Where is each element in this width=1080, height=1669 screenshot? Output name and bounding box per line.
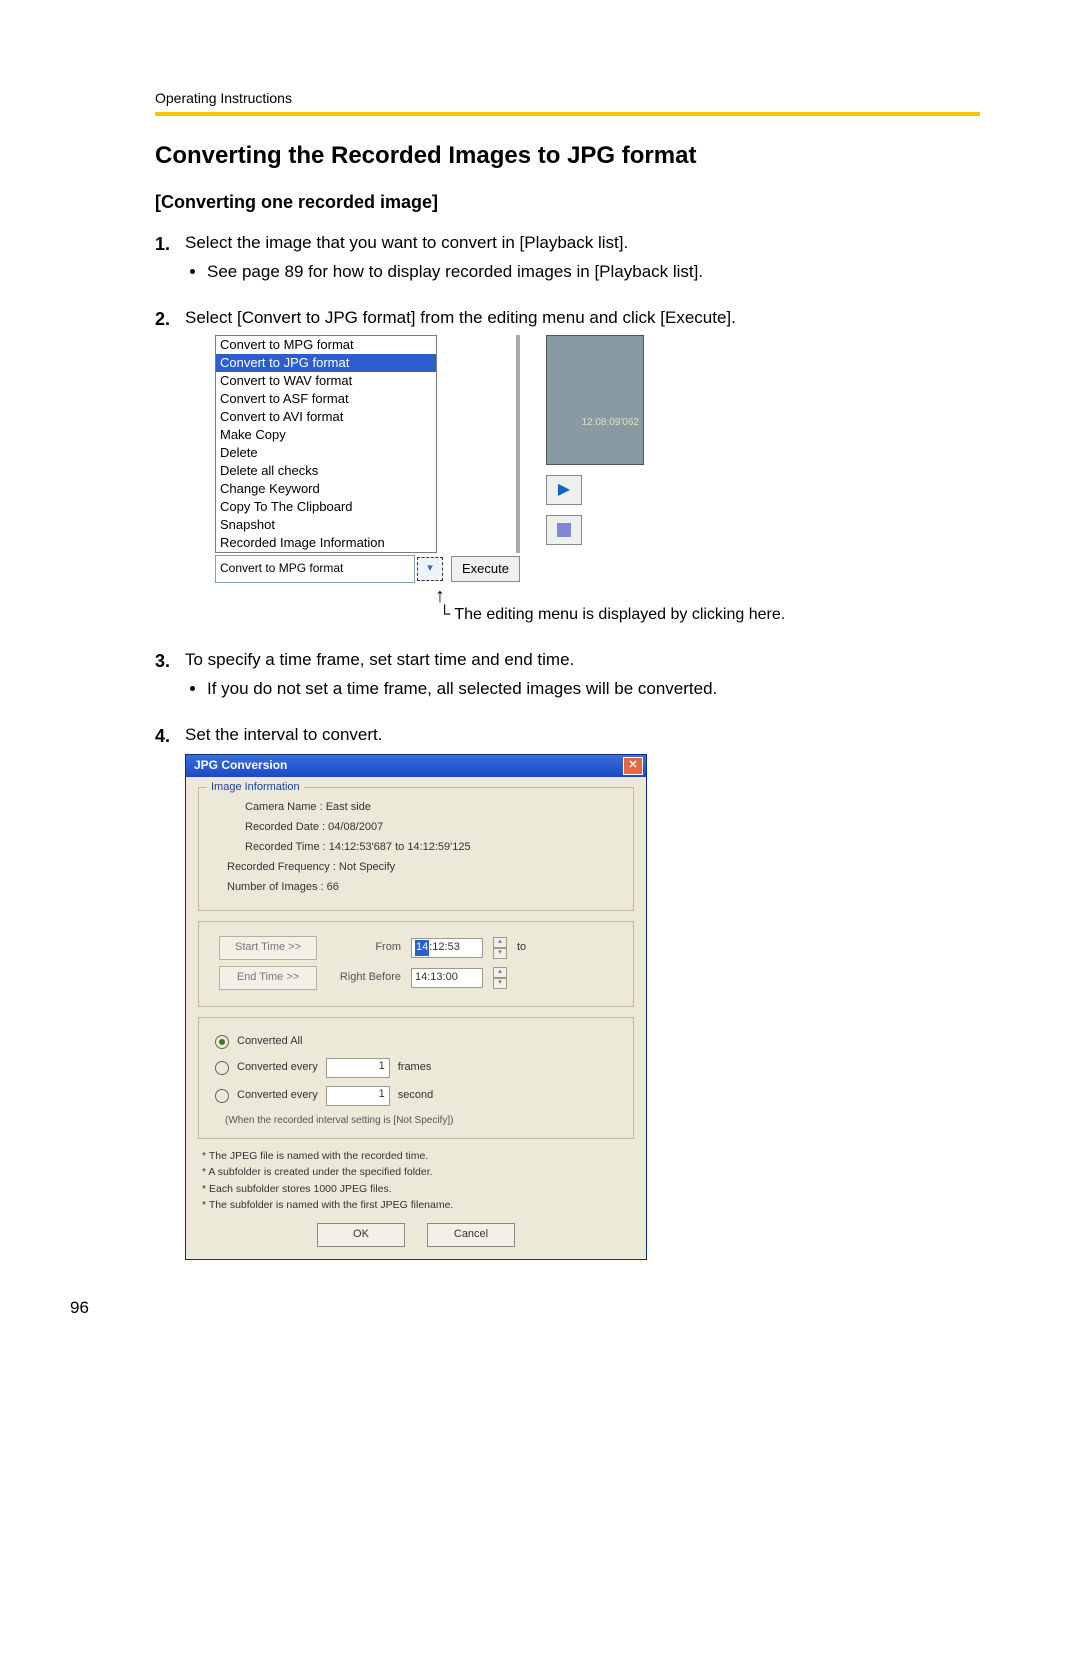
menu-combo[interactable]: Convert to MPG format — [215, 555, 415, 583]
end-time-spinner[interactable]: ▴▾ — [493, 967, 507, 989]
menu-item[interactable]: Convert to AVI format — [216, 408, 436, 426]
arrow-up-icon: ↑ — [435, 589, 445, 603]
step-4: 4. Set the interval to convert. JPG Conv… — [155, 723, 980, 1260]
menu-item[interactable]: Delete all checks — [216, 462, 436, 480]
stop-button[interactable] — [546, 515, 582, 545]
to-label: to — [517, 940, 526, 956]
image-info-group: Image Information Camera Name : East sid… — [198, 787, 634, 911]
spinner-up-icon: ▴ — [493, 967, 507, 978]
execute-button[interactable]: Execute — [451, 556, 520, 582]
menu-item[interactable]: Delete — [216, 444, 436, 462]
interval-note: (When the recorded interval setting is [… — [225, 1114, 623, 1129]
note-line: * Each subfolder stores 1000 JPEG files. — [202, 1182, 634, 1197]
interval-group: Converted All Converted every 1 frames C… — [198, 1017, 634, 1139]
menu-item[interactable]: Recorded Image Information — [216, 534, 436, 552]
spinner-down-icon: ▾ — [493, 978, 507, 989]
preview-thumbnail: 12:08:09'062 — [546, 335, 644, 465]
header-small: Operating Instructions — [155, 90, 980, 106]
close-icon: ✕ — [628, 758, 637, 774]
time-group: Start Time >> From 14:12:53 ▴▾ to End Ti… — [198, 921, 634, 1007]
screenshot-menu: Convert to MPG format Convert to JPG for… — [215, 335, 980, 583]
note-line: * A subfolder is created under the speci… — [202, 1165, 634, 1180]
step-1: 1. Select the image that you want to con… — [155, 231, 980, 284]
step-number: 3. — [155, 648, 170, 674]
step-sub: See page 89 for how to display recorded … — [207, 260, 980, 285]
jpg-conversion-dialog: JPG Conversion ✕ Image Information Camer… — [185, 754, 647, 1260]
right-before-label: Right Before — [327, 970, 401, 986]
end-time-input[interactable]: 14:13:00 — [411, 968, 483, 988]
step-sub: If you do not set a time frame, all sele… — [207, 677, 980, 702]
note-line: * The subfolder is named with the first … — [202, 1198, 634, 1213]
spinner-down-icon: ▾ — [493, 948, 507, 959]
close-button[interactable]: ✕ — [623, 757, 643, 775]
notes: * The JPEG file is named with the record… — [202, 1149, 634, 1213]
step-text: Select [Convert to JPG format] from the … — [185, 308, 736, 327]
dialog-titlebar[interactable]: JPG Conversion ✕ — [186, 755, 646, 777]
menu-item-selected[interactable]: Convert to JPG format — [216, 354, 436, 372]
radio-label: Converted All — [237, 1034, 302, 1050]
step-2: 2. Select [Convert to JPG format] from t… — [155, 306, 980, 626]
spinner-up-icon: ▴ — [493, 937, 507, 948]
info-rectime: Recorded Time : 14:12:53'687 to 14:12:59… — [245, 840, 623, 856]
stop-icon — [557, 523, 571, 537]
radio-converted-second[interactable] — [215, 1089, 229, 1103]
end-time-button[interactable]: End Time >> — [219, 966, 317, 990]
callout: ↑ └The editing menu is displayed by clic… — [439, 589, 980, 626]
radio-converted-frames[interactable] — [215, 1061, 229, 1075]
callout-text: The editing menu is displayed by clickin… — [454, 603, 785, 626]
start-time-button[interactable]: Start Time >> — [219, 936, 317, 960]
step-3: 3. To specify a time frame, set start ti… — [155, 648, 980, 701]
menu-item[interactable]: Convert to ASF format — [216, 390, 436, 408]
dialog-title: JPG Conversion — [194, 757, 287, 774]
group-title: Image Information — [207, 780, 304, 796]
info-recdate: Recorded Date : 04/08/2007 — [245, 820, 623, 836]
editing-menu[interactable]: Convert to MPG format Convert to JPG for… — [215, 335, 437, 553]
page-title: Converting the Recorded Images to JPG fo… — [155, 142, 980, 170]
start-time-input[interactable]: 14:12:53 — [411, 938, 483, 958]
menu-item[interactable]: Convert to MPG format — [216, 336, 436, 354]
frames-input[interactable]: 1 — [326, 1058, 390, 1078]
subtitle: [Converting one recorded image] — [155, 192, 980, 213]
step-text: Select the image that you want to conver… — [185, 233, 628, 252]
unit-label: second — [398, 1088, 433, 1104]
step-number: 2. — [155, 306, 170, 332]
menu-item[interactable]: Convert to WAV format — [216, 372, 436, 390]
step-number: 1. — [155, 231, 170, 257]
step-text: Set the interval to convert. — [185, 725, 383, 744]
combo-dropdown-button[interactable]: ▾ — [417, 557, 443, 581]
radio-label: Converted every — [237, 1088, 318, 1104]
chevron-down-icon: ▾ — [427, 561, 433, 577]
menu-item[interactable]: Snapshot — [216, 516, 436, 534]
from-label: From — [327, 940, 401, 956]
radio-converted-all[interactable] — [215, 1035, 229, 1049]
play-icon: ▶ — [558, 478, 570, 501]
step-number: 4. — [155, 723, 170, 749]
yellow-rule — [155, 112, 980, 116]
menu-item[interactable]: Copy To The Clipboard — [216, 498, 436, 516]
info-numimg: Number of Images : 66 — [227, 880, 623, 896]
preview-timestamp: 12:08:09'062 — [581, 416, 639, 431]
radio-label: Converted every — [237, 1060, 318, 1076]
play-button[interactable]: ▶ — [546, 475, 582, 505]
second-input[interactable]: 1 — [326, 1086, 390, 1106]
info-camera: Camera Name : East side — [245, 800, 623, 816]
menu-item[interactable]: Change Keyword — [216, 480, 436, 498]
page-number: 96 — [70, 1298, 89, 1318]
callout-elbow: └ — [439, 603, 450, 626]
note-line: * The JPEG file is named with the record… — [202, 1149, 634, 1164]
cancel-button[interactable]: Cancel — [427, 1223, 515, 1247]
step-text: To specify a time frame, set start time … — [185, 650, 574, 669]
info-freq: Recorded Frequency : Not Specify — [227, 860, 623, 876]
start-time-spinner[interactable]: ▴▾ — [493, 937, 507, 959]
ok-button[interactable]: OK — [317, 1223, 405, 1247]
menu-item[interactable]: Make Copy — [216, 426, 436, 444]
unit-label: frames — [398, 1060, 432, 1076]
